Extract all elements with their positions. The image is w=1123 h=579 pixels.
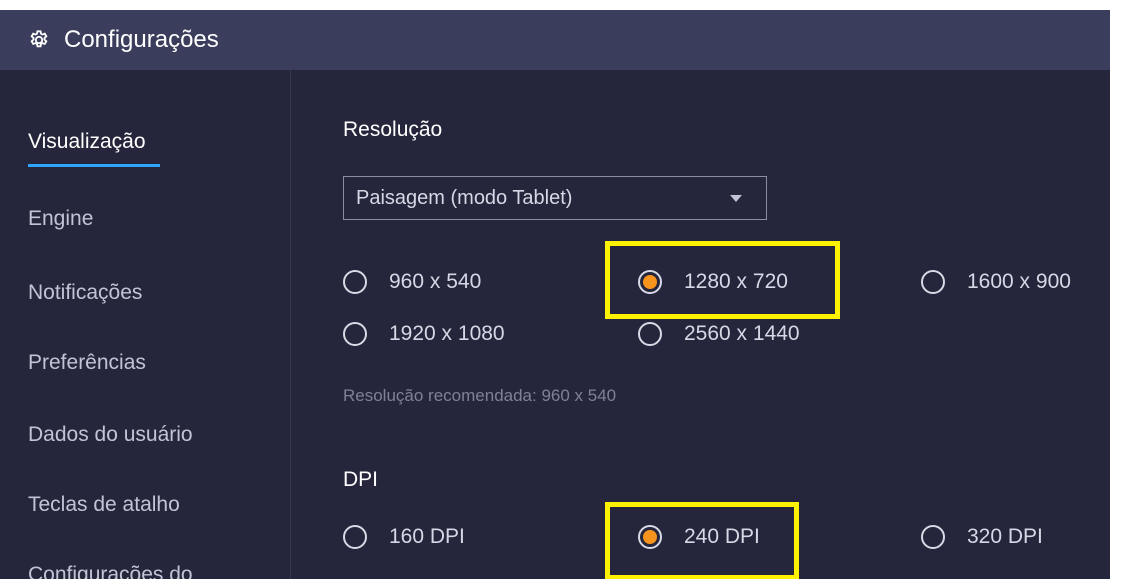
orientation-dropdown-value: Paisagem (modo Tablet) xyxy=(356,186,573,209)
window-title: Configurações xyxy=(64,26,219,53)
radio-label: 320 DPI xyxy=(967,525,1043,548)
orientation-dropdown[interactable]: Paisagem (modo Tablet) xyxy=(343,176,767,220)
chevron-down-icon xyxy=(730,195,742,202)
gear-icon xyxy=(28,29,50,51)
radio-label: 160 DPI xyxy=(389,525,465,548)
radio-circle-icon xyxy=(343,322,367,346)
sidebar-item-teclas-de-atalho[interactable]: Teclas de atalho xyxy=(28,493,180,517)
active-tab-underline xyxy=(28,164,160,167)
settings-window: Configurações Visualização Engine Notifi… xyxy=(0,10,1110,579)
radio-circle-icon xyxy=(638,322,662,346)
sidebar-item-dados-do-usuario[interactable]: Dados do usuário xyxy=(28,423,193,447)
radio-checked-icon xyxy=(638,525,662,549)
radio-label: 960 x 540 xyxy=(389,270,482,293)
sidebar-item-configuracoes-do[interactable]: Configurações do xyxy=(28,563,193,579)
radio-circle-icon xyxy=(921,525,945,549)
radio-960x540[interactable]: 960 x 540 xyxy=(343,270,481,294)
radio-label: 1280 x 720 xyxy=(684,270,788,293)
sidebar-item-visualizacao[interactable]: Visualização xyxy=(28,130,146,154)
sidebar-item-notificacoes[interactable]: Notificações xyxy=(28,281,142,305)
sidebar: Visualização Engine Notificações Preferê… xyxy=(0,70,291,579)
radio-320-dpi[interactable]: 320 DPI xyxy=(921,525,1043,549)
radio-label: 240 DPI xyxy=(684,525,760,548)
settings-content: Resolução Paisagem (modo Tablet) 960 x 5… xyxy=(291,70,1110,579)
radio-160-dpi[interactable]: 160 DPI xyxy=(343,525,465,549)
radio-2560x1440[interactable]: 2560 x 1440 xyxy=(638,322,800,346)
radio-label: 2560 x 1440 xyxy=(684,322,800,345)
radio-label: 1920 x 1080 xyxy=(389,322,505,345)
sidebar-item-preferencias[interactable]: Preferências xyxy=(28,351,146,375)
recommended-resolution-hint: Resolução recomendada: 960 x 540 xyxy=(343,386,617,405)
resolution-title: Resolução xyxy=(343,118,443,141)
gear-icon-svg xyxy=(30,30,48,48)
radio-circle-icon xyxy=(343,525,367,549)
radio-label: 1600 x 900 xyxy=(967,270,1071,293)
dpi-title: DPI xyxy=(343,468,379,491)
radio-240-dpi[interactable]: 240 DPI xyxy=(638,525,760,549)
radio-circle-icon xyxy=(921,270,945,294)
radio-1280x720[interactable]: 1280 x 720 xyxy=(638,270,788,294)
radio-checked-icon xyxy=(638,270,662,294)
radio-1600x900[interactable]: 1600 x 900 xyxy=(921,270,1071,294)
title-bar: Configurações xyxy=(0,10,1110,70)
radio-1920x1080[interactable]: 1920 x 1080 xyxy=(343,322,505,346)
top-strip xyxy=(0,0,1123,10)
radio-circle-icon xyxy=(343,270,367,294)
sidebar-item-engine[interactable]: Engine xyxy=(28,207,93,231)
